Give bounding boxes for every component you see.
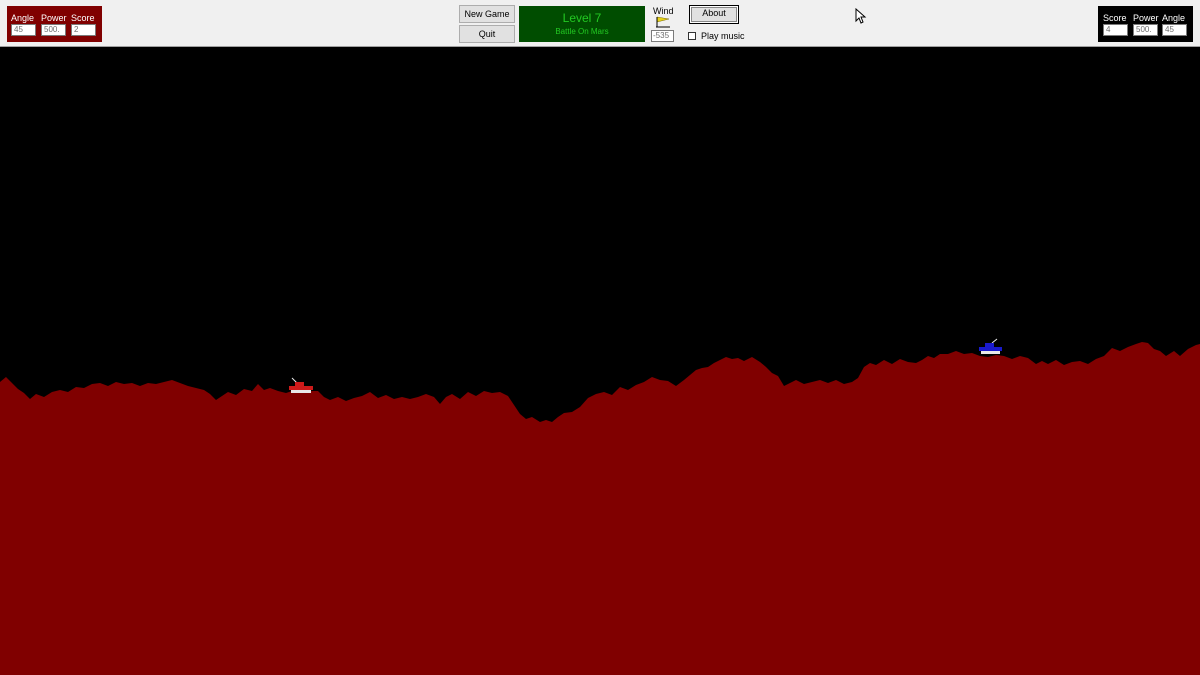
- quit-button[interactable]: Quit: [459, 25, 515, 43]
- player1-tank-tracks: [291, 390, 311, 393]
- player1-tank-turret: [295, 382, 304, 386]
- player1-tank-body: [289, 386, 313, 390]
- player2-tank-turret: [985, 343, 994, 347]
- wind-flag-icon: [656, 16, 670, 28]
- play-music-checkbox[interactable]: [688, 32, 696, 40]
- player1-power-input[interactable]: 500.: [41, 24, 66, 36]
- player2-score-label: Score: [1103, 13, 1127, 23]
- level-subtitle: Battle On Mars: [555, 27, 609, 36]
- about-button[interactable]: About: [689, 5, 739, 24]
- wind-value: -535: [651, 30, 674, 42]
- level-banner: Level 7 Battle On Mars: [519, 6, 645, 42]
- player2-score-value: 4: [1103, 24, 1128, 36]
- game-window: Angle 45 Power 500. Score 2 New Game Qui…: [0, 0, 1200, 675]
- player1-score-label: Score: [71, 13, 95, 23]
- player1-angle-label: Angle: [11, 13, 35, 23]
- play-music-label[interactable]: Play music: [701, 31, 745, 41]
- player1-score-value: 2: [71, 24, 96, 36]
- player1-panel: Angle 45 Power 500. Score 2: [7, 6, 102, 42]
- wind-label: Wind: [653, 6, 674, 16]
- player2-power-label: Power: [1133, 13, 1159, 23]
- toolbar: Angle 45 Power 500. Score 2 New Game Qui…: [0, 0, 1200, 47]
- player2-power-input[interactable]: 500.: [1133, 24, 1158, 36]
- player1-angle-input[interactable]: 45: [11, 24, 36, 36]
- player2-tank-tracks: [981, 351, 1000, 354]
- player2-angle-label: Angle: [1162, 13, 1186, 23]
- player2-angle-input[interactable]: 45: [1162, 24, 1187, 36]
- player2-tank-body: [979, 347, 1002, 351]
- battlefield[interactable]: [0, 47, 1200, 675]
- player1-power-label: Power: [41, 13, 67, 23]
- new-game-button[interactable]: New Game: [459, 5, 515, 23]
- mouse-cursor-icon: [855, 8, 867, 24]
- player2-panel: Score 4 Power 500. Angle 45: [1098, 6, 1193, 42]
- level-title: Level 7: [562, 11, 602, 25]
